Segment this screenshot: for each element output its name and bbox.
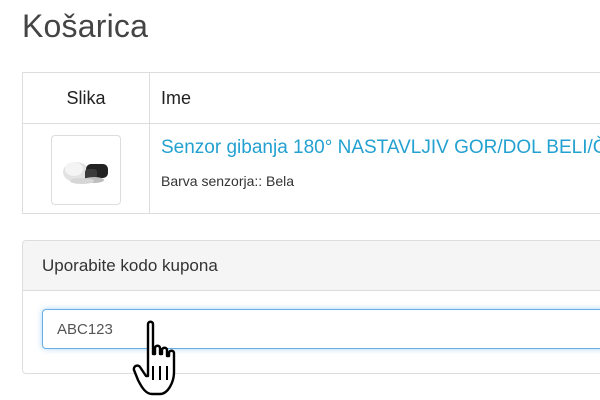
page-title: Košarica [22,8,149,44]
product-thumbnail[interactable] [51,135,121,205]
coupon-panel: Uporabite kodo kupona [22,240,600,374]
cart-table: Slika Ime Senzor gibanja 180° NASTAVLJIV… [22,72,600,214]
coupon-heading-text: Uporabite kodo kupona [42,256,218,275]
coupon-code-input[interactable] [42,309,600,349]
row-divider [23,123,600,124]
column-divider [149,73,150,213]
product-name-link[interactable]: Senzor gibanja 180° NASTAVLJIV GOR/DOL B… [161,137,600,159]
column-header-name: Ime [161,87,192,108]
motion-sensor-product-icon [63,162,108,184]
coupon-panel-heading[interactable]: Uporabite kodo kupona [23,241,600,291]
product-option: Barva senzorja:: Bela [161,173,295,189]
column-header-image: Slika [66,87,106,108]
